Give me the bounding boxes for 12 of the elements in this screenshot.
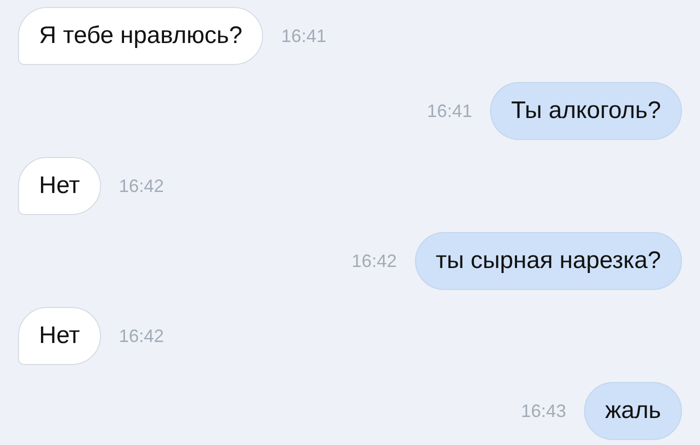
sent-message: жаль <box>584 382 682 440</box>
message-time: 16:42 <box>352 250 397 272</box>
received-message: Я тебе нравлюсь? <box>18 7 264 65</box>
message-time: 16:41 <box>427 100 472 122</box>
message-time: 16:43 <box>521 400 566 422</box>
received-message: Нет <box>18 157 101 215</box>
message-time: 16:42 <box>118 176 164 196</box>
message-time: 16:41 <box>281 26 326 46</box>
sent-message: Ты алкоголь? <box>490 82 682 140</box>
sent-message: ты сырная нарезка? <box>414 232 682 290</box>
message-time: 16:42 <box>118 326 164 346</box>
received-message: Нет <box>18 307 101 365</box>
